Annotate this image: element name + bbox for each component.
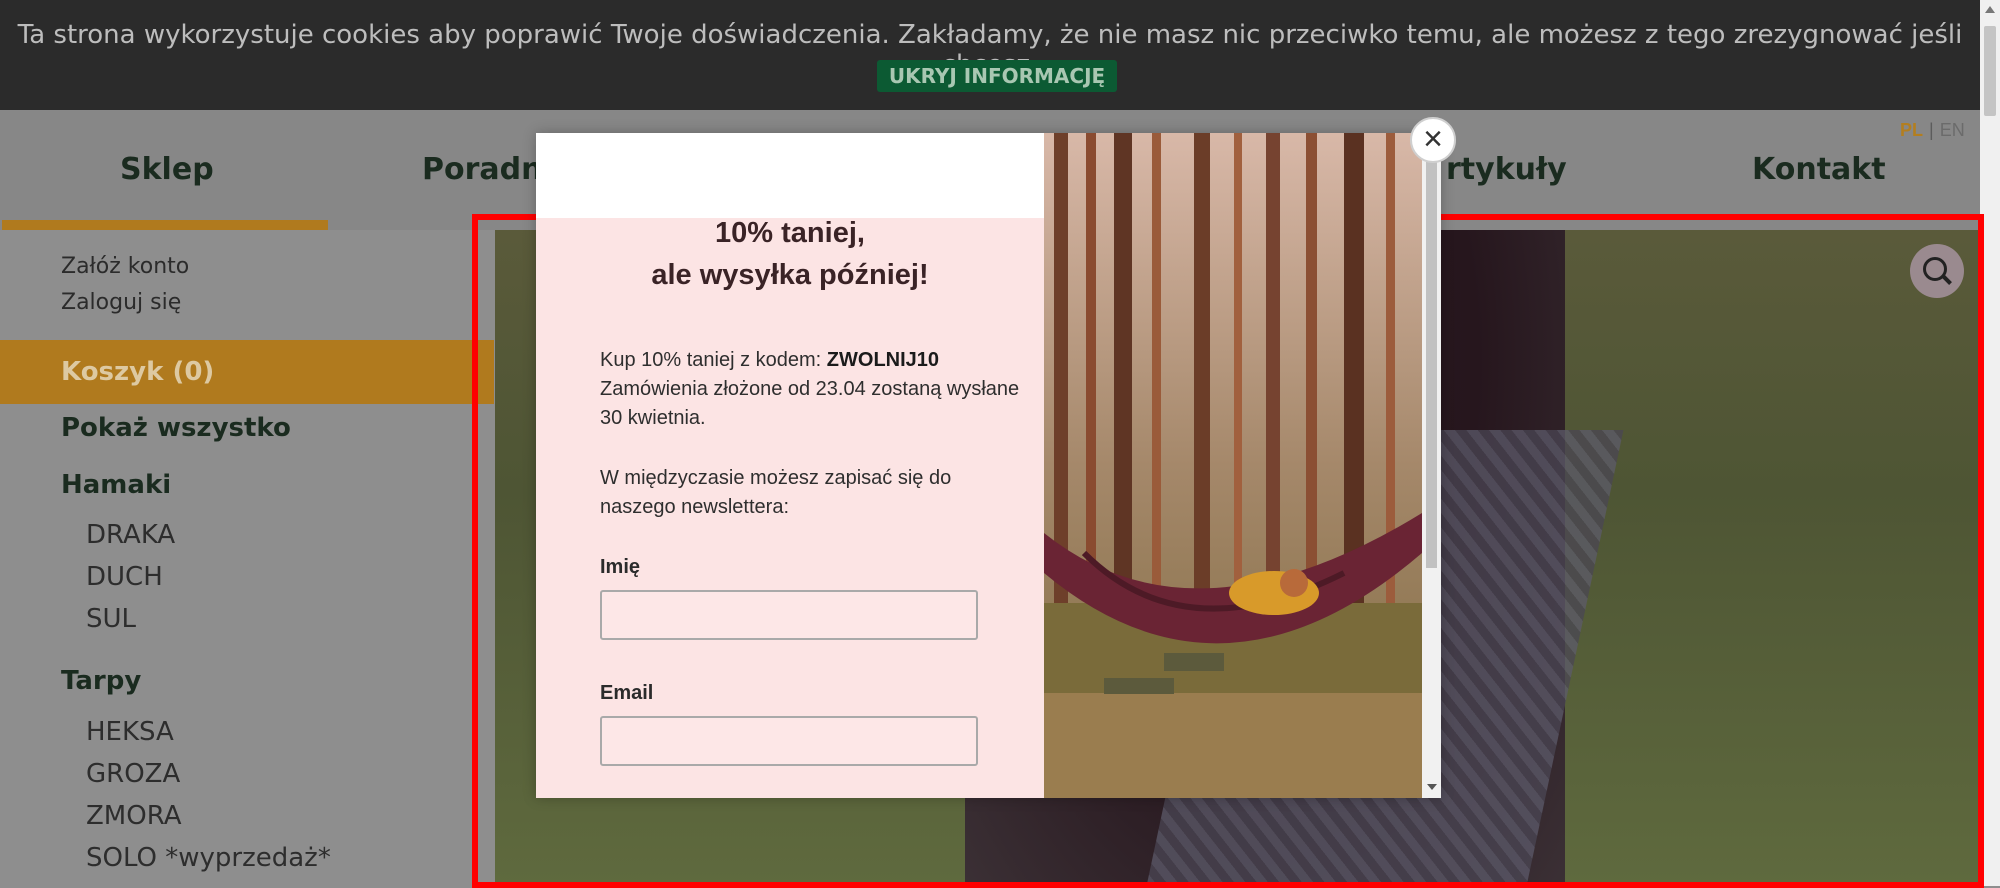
nav-item-poradnik[interactable]: Poradn	[422, 152, 542, 187]
login-link[interactable]: Zaloguj się	[61, 290, 181, 315]
register-link[interactable]: Załóż konto	[61, 254, 189, 279]
subcategory-sul[interactable]: SUL	[86, 604, 136, 634]
promo-shipping-note: Zamówienia złożone od 23.04 zostaną wysł…	[600, 378, 1020, 429]
newsletter-intro: W międzyczasie możesz zapisać się do nas…	[600, 467, 952, 518]
hide-cookie-button[interactable]: UKRYJ INFORMACJĘ	[877, 60, 1117, 92]
cookie-bar: Ta strona wykorzystuje cookies aby popra…	[0, 0, 1980, 110]
nav-item-kontakt[interactable]: Kontakt	[1752, 152, 1886, 187]
modal-promo-text: Kup 10% taniej z kodem: ZWOLNIJ10 Zamówi…	[600, 346, 1020, 433]
search-icon-handle	[1942, 275, 1952, 285]
lang-pl-link[interactable]: PL	[1900, 120, 1923, 140]
lang-separator: |	[1929, 120, 1934, 140]
modal-title-line2: ale wysyłka później!	[651, 259, 929, 291]
hammock-illustration	[1044, 133, 1422, 798]
subcategory-solo[interactable]: SOLO *wyprzedaż*	[86, 843, 331, 873]
category-tarpy[interactable]: Tarpy	[61, 666, 141, 696]
email-label: Email	[600, 682, 654, 704]
modal-title-line1: 10% taniej,	[715, 217, 865, 249]
subcategory-duch[interactable]: DUCH	[86, 562, 163, 592]
close-icon[interactable]: ×	[1410, 117, 1456, 163]
email-input[interactable]	[600, 716, 978, 766]
modal-scrollbar[interactable]	[1422, 133, 1441, 798]
promo-code: ZWOLNIJ10	[826, 349, 940, 371]
scroll-up-arrow-icon[interactable]	[1985, 6, 1995, 13]
name-label: Imię	[600, 556, 641, 578]
language-switcher: PL | EN	[1900, 120, 1965, 141]
modal-hammock-photo	[1044, 133, 1422, 798]
subcategory-draka[interactable]: DRAKA	[86, 520, 175, 550]
show-all-link[interactable]: Pokaż wszystko	[61, 413, 291, 443]
nav-item-artykuly[interactable]: rtykuły	[1446, 152, 1567, 187]
page-scrollbar-thumb[interactable]	[1984, 26, 1996, 116]
newsletter-modal: 10% taniej, ale wysyłka później! Kup 10%…	[536, 133, 1441, 798]
promo-prefix: Kup 10% taniej z kodem:	[600, 349, 827, 371]
page-scrollbar[interactable]	[1980, 0, 2000, 886]
modal-content-panel: 10% taniej, ale wysyłka później! Kup 10%…	[536, 133, 1044, 798]
modal-top-band	[536, 133, 1044, 218]
cart-link[interactable]: Koszyk (0)	[0, 340, 494, 404]
subcategory-zmora[interactable]: ZMORA	[86, 801, 182, 831]
subcategory-groza[interactable]: GROZA	[86, 759, 180, 789]
scroll-down-arrow-icon[interactable]	[1427, 784, 1437, 790]
nav-item-sklep[interactable]: Sklep	[120, 152, 214, 187]
modal-scrollbar-thumb[interactable]	[1426, 138, 1437, 568]
subcategory-heksa[interactable]: HEKSA	[86, 717, 174, 747]
name-input[interactable]	[600, 590, 978, 640]
lang-en-link[interactable]: EN	[1940, 120, 1965, 140]
zoom-button[interactable]	[1910, 244, 1964, 298]
category-hamaki[interactable]: Hamaki	[61, 470, 171, 500]
sidebar: Załóż konto Zaloguj się Koszyk (0) Pokaż…	[0, 230, 494, 886]
nav-active-indicator	[2, 220, 328, 230]
